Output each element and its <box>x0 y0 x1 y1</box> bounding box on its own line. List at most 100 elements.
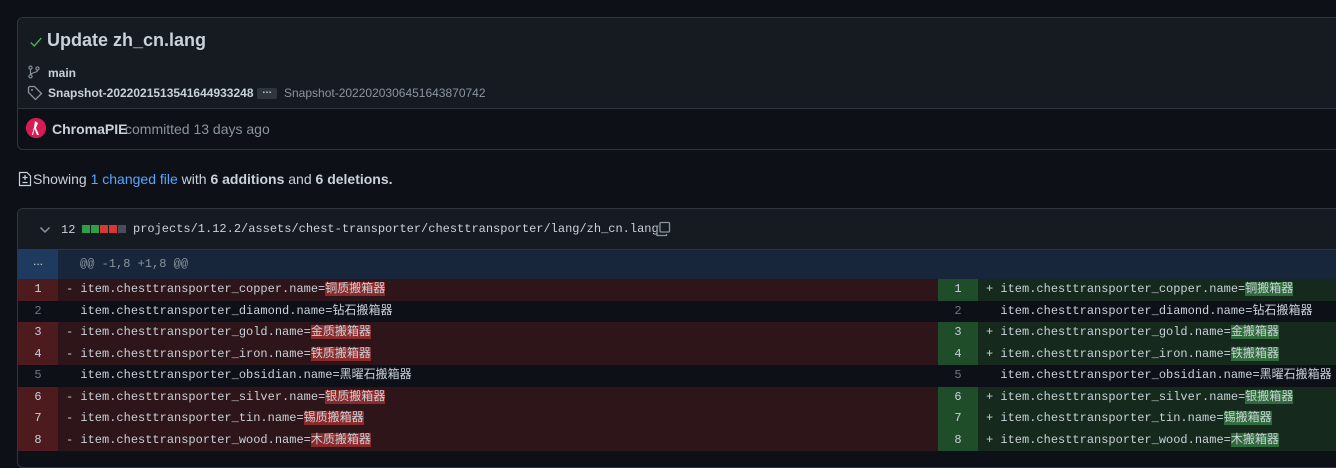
right-sign: + <box>986 282 1001 296</box>
right-code-line: + item.chesttransporter_wood.name=木搬箱器 <box>978 429 1336 451</box>
avatar[interactable] <box>26 118 46 138</box>
summary-with: with <box>181 171 207 187</box>
hunk-range: @@ -1,8 +1,8 @@ <box>80 257 189 271</box>
check-icon <box>30 37 42 47</box>
right-code-line: + item.chesttransporter_silver.name=银搬箱器 <box>978 386 1336 408</box>
diff-stat-block <box>118 225 126 233</box>
chevron-down-icon[interactable] <box>39 225 51 235</box>
left-sign <box>66 304 80 318</box>
left-code-key: item.chesttransporter_tin.name= <box>80 411 304 425</box>
commit-meta: ChromaPIE committed 13 days ago <box>18 109 1336 150</box>
left-code-key: item.chesttransporter_iron.name= <box>80 346 311 361</box>
tag-link[interactable]: Snapshot-20220215135416449332​48 <box>48 86 254 100</box>
right-code-value: 木搬箱器 <box>1230 432 1279 447</box>
left-sign: - <box>66 346 81 361</box>
diff-stat-blocks <box>82 225 126 233</box>
file-diff: 12 projects/1.12.2/assets/chest-transpor… <box>17 208 1336 468</box>
diff-row: 1- item.chesttransporter_copper.name=铜质搬… <box>18 279 1336 301</box>
right-code-key: item.chesttransporter_gold.name= <box>1000 325 1231 339</box>
right-code-key: item.chesttransporter_copper.name= <box>1000 282 1246 296</box>
right-code-value: 钻石搬箱器 <box>1252 303 1313 318</box>
left-code-value: 金质搬箱器 <box>310 325 371 339</box>
right-code-value: 锡搬箱器 <box>1223 411 1272 425</box>
left-code-value: 木质搬箱器 <box>310 432 371 447</box>
tag-link-secondary[interactable]: Snapshot-20220203064516438707​42 <box>284 86 486 100</box>
right-line-number[interactable]: 7 <box>938 408 978 430</box>
right-sign: + <box>986 389 1001 404</box>
left-sign: - <box>66 282 81 296</box>
right-code-line: item.chesttransporter_diamond.name=钻石搬箱器 <box>978 301 1336 323</box>
right-code-key: item.chesttransporter_tin.name= <box>1000 411 1224 425</box>
right-code-key: item.chesttransporter_obsidian.name= <box>1000 368 1260 382</box>
left-line-number[interactable]: 2 <box>18 301 58 323</box>
summary-period: . <box>388 171 393 187</box>
right-code-key: item.chesttransporter_wood.name= <box>1000 432 1231 447</box>
left-code-value: 铜质搬箱器 <box>325 282 386 296</box>
right-code-value: 黑曜石搬箱器 <box>1259 368 1332 382</box>
left-code-line: - item.chesttransporter_gold.name=金质搬箱器 <box>58 322 938 344</box>
file-path-link[interactable]: projects/1.12.2/assets/chest-transporter… <box>133 222 659 236</box>
left-code-line: - item.chesttransporter_iron.name=铁质搬箱器 <box>58 343 938 365</box>
left-line-number[interactable]: 6 <box>18 386 58 408</box>
author-link[interactable]: ChromaPIE <box>52 121 127 137</box>
right-code-key: item.chesttransporter_diamond.name= <box>1000 303 1253 318</box>
right-line-number[interactable]: 3 <box>938 322 978 344</box>
right-code-line: item.chesttransporter_obsidian.name=黑曜石搬… <box>978 365 1336 387</box>
file-diff-icon <box>18 171 32 187</box>
summary-and: and <box>288 171 312 187</box>
left-line-number[interactable]: 1 <box>18 279 58 301</box>
changed-files-link[interactable]: 1 changed file <box>91 171 178 187</box>
left-line-number[interactable]: 3 <box>18 322 58 344</box>
left-sign: - <box>66 432 81 447</box>
right-sign: + <box>986 325 1001 339</box>
left-sign: - <box>66 389 81 404</box>
diff-table: 1- item.chesttransporter_copper.name=铜质搬… <box>18 279 1336 451</box>
commit-title: Update zh_cn.lang <box>47 30 207 50</box>
commit-head: Update zh_cn.lang main Snapshot-20220215… <box>18 18 1336 109</box>
diff-summary: Showing 1 changed file with 6 additions … <box>18 171 393 187</box>
expand-tags-button[interactable]: … <box>257 86 277 99</box>
diff-row: 2 item.chesttransporter_diamond.name=钻石搬… <box>18 301 1336 323</box>
left-sign: - <box>66 411 81 425</box>
diff-row: 5 item.chesttransporter_obsidian.name=黑曜… <box>18 365 1336 387</box>
left-code-key: item.chesttransporter_diamond.name= <box>80 303 333 318</box>
right-code-value: 铜搬箱器 <box>1245 282 1294 296</box>
left-code-value: 钻石搬箱器 <box>332 303 393 318</box>
left-line-number[interactable]: 4 <box>18 343 58 365</box>
right-line-number[interactable]: 6 <box>938 386 978 408</box>
diff-row: 6- item.chesttransporter_silver.name=银质搬… <box>18 386 1336 408</box>
left-code-line: - item.chesttransporter_copper.name=铜质搬箱… <box>58 279 938 301</box>
right-line-number[interactable]: 2 <box>938 301 978 323</box>
expand-hunk-button[interactable]: ... <box>18 250 58 279</box>
summary-prefix: Showing <box>33 171 87 187</box>
right-line-number[interactable]: 4 <box>938 343 978 365</box>
right-code-key: item.chesttransporter_silver.name= <box>1000 389 1246 404</box>
left-sign: - <box>66 325 81 339</box>
left-code-line: - item.chesttransporter_wood.name=木质搬箱器 <box>58 429 938 451</box>
diff-stat-block <box>82 225 90 233</box>
left-line-number[interactable]: 7 <box>18 408 58 430</box>
right-code-value: 铁搬箱器 <box>1230 346 1279 361</box>
diff-stat-block <box>109 225 117 233</box>
right-sign: + <box>986 411 1001 425</box>
branch-name[interactable]: main <box>48 66 76 80</box>
right-line-number[interactable]: 8 <box>938 429 978 451</box>
left-code-key: item.chesttransporter_wood.name= <box>80 432 311 447</box>
diff-row: 7- item.chesttransporter_tin.name=锡质搬箱器 7… <box>18 408 1336 430</box>
right-code-line: + item.chesttransporter_tin.name=锡搬箱器 <box>978 408 1336 430</box>
additions-count: 6 additions <box>210 171 285 187</box>
left-code-line: - item.chesttransporter_silver.name=银质搬箱… <box>58 386 938 408</box>
right-code-key: item.chesttransporter_iron.name= <box>1000 346 1231 361</box>
diff-stat-block <box>100 225 108 233</box>
left-line-number[interactable]: 8 <box>18 429 58 451</box>
left-code-line: item.chesttransporter_obsidian.name=黑曜石搬… <box>58 365 938 387</box>
right-line-number[interactable]: 1 <box>938 279 978 301</box>
copy-icon[interactable] <box>655 221 671 237</box>
right-line-number[interactable]: 5 <box>938 365 978 387</box>
right-code-value: 金搬箱器 <box>1230 325 1279 339</box>
left-line-number[interactable]: 5 <box>18 365 58 387</box>
left-sign <box>66 368 80 382</box>
right-code-line: + item.chesttransporter_gold.name=金搬箱器 <box>978 322 1336 344</box>
left-code-key: item.chesttransporter_copper.name= <box>80 282 326 296</box>
right-sign <box>986 304 1000 318</box>
